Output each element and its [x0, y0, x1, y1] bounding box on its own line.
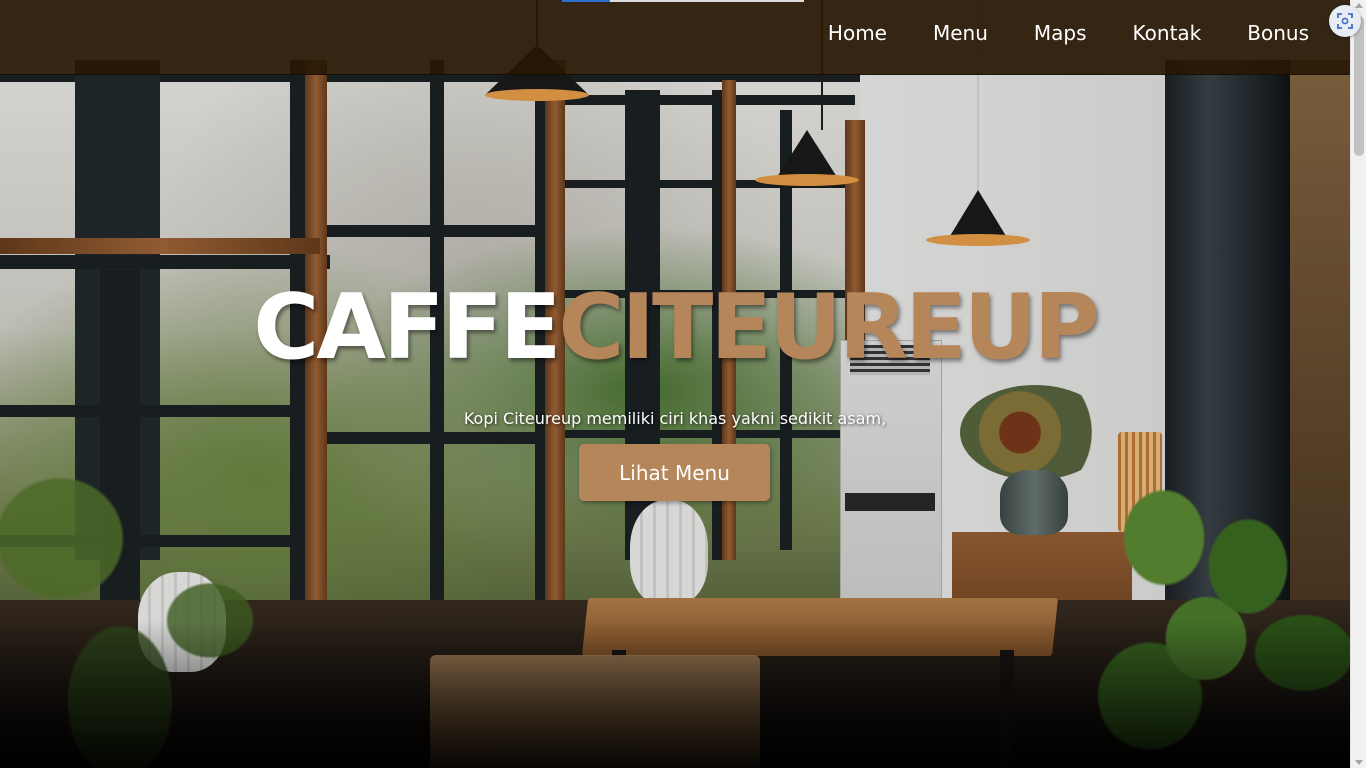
page-viewport: Home Menu Maps Kontak Bonus CAFFECITEURE… — [0, 0, 1350, 768]
scroll-progress-fill — [562, 0, 611, 2]
nav-link-menu[interactable]: Menu — [933, 20, 988, 46]
scrollbar-thumb[interactable] — [1354, 16, 1364, 156]
lihat-menu-button[interactable]: Lihat Menu — [579, 444, 770, 501]
scroll-up-arrow-icon[interactable] — [1355, 3, 1363, 8]
hero-title-part2: CITEUREUP — [558, 275, 1099, 380]
nav-link-home[interactable]: Home — [828, 20, 887, 46]
top-navbar: Home Menu Maps Kontak Bonus — [0, 0, 1350, 75]
scroll-down-arrow-icon[interactable] — [1355, 760, 1363, 765]
hero-title: CAFFECITEUREUP — [0, 268, 1350, 388]
screenshot-capture-glyph-icon — [1337, 13, 1353, 29]
nav-links: Home Menu Maps Kontak Bonus — [782, 20, 1309, 46]
nav-link-maps[interactable]: Maps — [1034, 20, 1087, 46]
scroll-progress-bar — [562, 0, 804, 2]
hero-subtitle: Kopi Citeureup memiliki ciri khas yakni … — [463, 409, 887, 428]
hero-title-part1: CAFFE — [253, 275, 561, 380]
nav-link-kontak[interactable]: Kontak — [1133, 20, 1202, 46]
nav-link-bonus[interactable]: Bonus — [1247, 20, 1309, 46]
screenshot-capture-icon[interactable] — [1329, 5, 1361, 37]
page-scrollbar[interactable] — [1350, 0, 1366, 768]
